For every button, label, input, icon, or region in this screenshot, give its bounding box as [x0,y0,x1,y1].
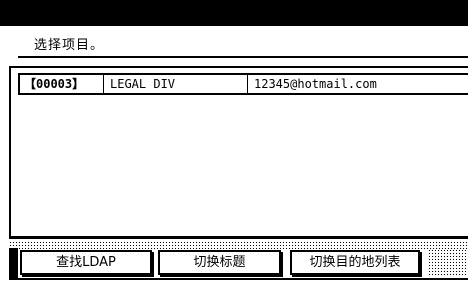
switch-destination-list-button[interactable]: 切换目的地列表 [290,250,420,275]
title-bar [0,0,468,26]
prompt-text: 选择项目。 [34,38,105,53]
destination-list: 【00003】 LEGAL DIV 12345@hotmail.com [9,66,468,239]
search-ldap-button[interactable]: 查找LDAP [20,250,152,275]
list-item[interactable]: 【00003】 LEGAL DIV 12345@hotmail.com [18,73,468,95]
switch-title-button[interactable]: 切换标题 [158,250,281,275]
bottom-divider [9,278,468,280]
prompt-area: 选择项目。 [18,30,468,58]
entry-code: 【00003】 [24,77,85,91]
list-divider [9,236,468,239]
dotted-fill [428,249,468,277]
dotted-separator [9,241,468,249]
entry-name: LEGAL DIV [103,75,243,93]
scroll-marker [9,248,18,278]
entry-email: 12345@hotmail.com [247,75,468,93]
